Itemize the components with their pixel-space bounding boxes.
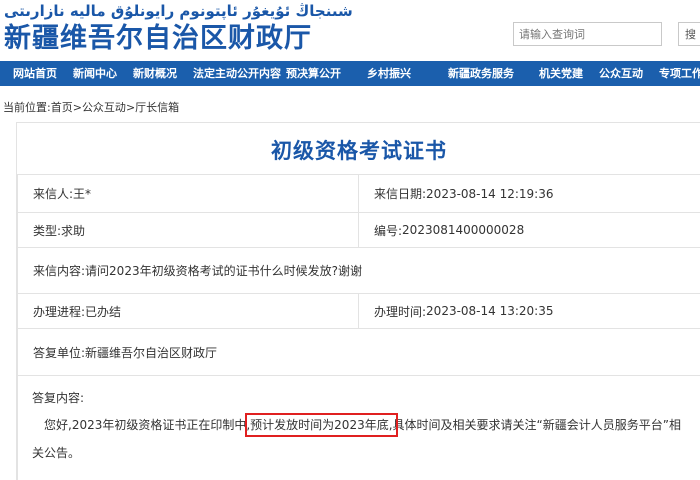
content-cell: 来信内容: 请问2023年初级资格考试的证书什么时候发放?谢谢 xyxy=(17,247,700,294)
nav-item-gov-services[interactable]: 新疆政务服务 xyxy=(448,61,514,86)
content-label: 来信内容: xyxy=(33,264,86,278)
reply-content: 您好,2023年初级资格证书正在印制中,预计发放时间为2023年底,具体时间及相… xyxy=(32,411,692,467)
nav-item-budget[interactable]: 预决算公开 xyxy=(286,61,341,86)
main-nav: 网站首页 新闻中心 新财概况 法定主动公开内容 预决算公开 乡村振兴 新疆政务服… xyxy=(0,61,700,86)
number-value: 2023081400000028 xyxy=(402,223,525,237)
nav-item-finance-overview[interactable]: 新财概况 xyxy=(133,61,177,86)
reply-text-part1: 您好,2023年初级资格证书正在印制中, xyxy=(44,418,251,432)
breadcrumb-home[interactable]: 首页 xyxy=(51,101,73,114)
reply-label: 答复内容: xyxy=(32,391,85,405)
nav-item-public-disclosure[interactable]: 法定主动公开内容 xyxy=(193,61,281,86)
nav-item-party-building[interactable]: 机关党建 xyxy=(539,61,583,86)
breadcrumb-separator: > xyxy=(125,101,136,114)
sender-value: 王* xyxy=(73,187,92,201)
search-button[interactable]: 搜 xyxy=(678,22,700,46)
type-value: 求助 xyxy=(61,223,86,238)
handle-time-value: 2023-08-14 13:20:35 xyxy=(426,304,554,318)
status-cell: 办理进程: 已办结 xyxy=(17,293,359,329)
type-label: 类型: xyxy=(33,223,62,238)
date-cell: 来信日期: 2023-08-14 12:19:36 xyxy=(358,174,700,213)
content-value: 请问2023年初级资格考试的证书什么时候发放?谢谢 xyxy=(85,264,362,278)
search-input[interactable] xyxy=(513,22,662,46)
site-title[interactable]: 新疆维吾尔自治区财政厅 xyxy=(4,16,312,55)
nav-item-news[interactable]: 新闻中心 xyxy=(73,61,117,86)
breadcrumb-separator: > xyxy=(72,101,82,114)
sender-label: 来信人: xyxy=(33,187,74,201)
status-value: 已办结 xyxy=(85,304,122,319)
handle-time-cell: 办理时间: 2023-08-14 13:20:35 xyxy=(358,293,700,329)
sender-cell: 来信人: 王* xyxy=(17,174,359,213)
letter-title: 初级资格考试证书 xyxy=(271,139,447,163)
nav-item-home[interactable]: 网站首页 xyxy=(13,61,57,86)
handle-time-label: 办理时间: xyxy=(374,304,427,319)
reply-unit-cell: 答复单位: 新疆维吾尔自治区财政厅 xyxy=(17,328,700,376)
site-header: شىنجاڭ ئۇيغۇر ئاپتونوم رايونلۇق ماليە نا… xyxy=(0,0,700,60)
date-label: 来信日期: xyxy=(374,187,427,201)
status-label: 办理进程: xyxy=(33,304,86,319)
number-label: 编号: xyxy=(374,223,403,238)
nav-item-public-interaction[interactable]: 公众互动 xyxy=(599,61,643,86)
type-cell: 类型: 求助 xyxy=(17,212,359,248)
breadcrumb-public-interaction[interactable]: 公众互动 xyxy=(82,101,126,114)
breadcrumb-director-mailbox[interactable]: 厅长信箱 xyxy=(135,101,179,114)
reply-unit-label: 答复单位: xyxy=(33,345,86,360)
date-value: 2023-08-14 12:19:36 xyxy=(426,186,554,201)
breadcrumb-prefix: 当前位置: xyxy=(3,101,51,114)
number-cell: 编号: 2023081400000028 xyxy=(358,212,700,248)
breadcrumb: 当前位置:首页>公众互动>厅长信箱 xyxy=(3,99,179,115)
reply-unit-value: 新疆维吾尔自治区财政厅 xyxy=(85,345,218,360)
letter-panel: 初级资格考试证书 来信人: 王* 来信日期: 2023-08-14 12:19:36… xyxy=(16,122,700,480)
nav-item-special-work[interactable]: 专项工作 xyxy=(659,61,700,86)
nav-item-rural-revitalization[interactable]: 乡村振兴 xyxy=(367,61,411,86)
reply-highlighted-text: 预计发放时间为2023年底, xyxy=(245,413,398,437)
